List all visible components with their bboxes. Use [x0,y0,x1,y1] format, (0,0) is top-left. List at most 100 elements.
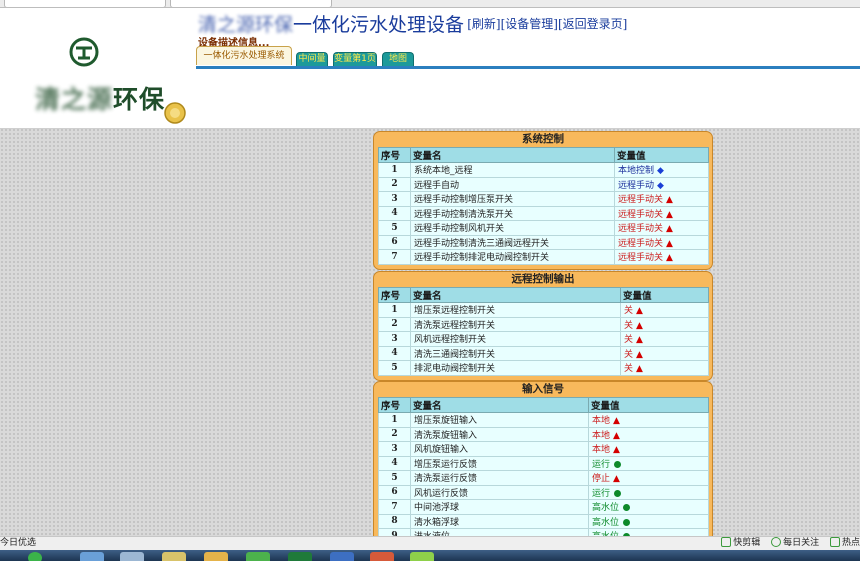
variable-value: 关 ▲ [620,316,709,332]
table-row: 6 风机运行反馈 运行 [378,484,709,500]
browser-tab[interactable] [170,0,332,7]
tab-treatment-system[interactable]: 一体化污水处理系统 [196,46,292,65]
table-row: 2 远程手自动 远程手动 ◆ [378,176,709,192]
tab-map[interactable]: 地图 [382,52,414,66]
taskbar-app-icon[interactable] [162,552,186,561]
variable-name: 风机旋钮输入 [410,441,589,457]
diamond-icon: ◆ [657,180,664,191]
table-row: 4 远程手动控制清洗泵开关 远程手动关 ▲ [378,205,709,221]
variable-value: 高水位 [588,513,709,529]
hot-topics-button[interactable]: 热点 [829,536,860,550]
variable-value: 远程手动关 ▲ [614,220,709,236]
variable-name: 清洗泵远程控制开关 [410,316,621,332]
column-header-value: 变量值 [620,287,709,303]
table-row: 2 清洗泵远程控制开关关 ▲ [378,316,709,332]
status-dot-icon [614,460,622,468]
warning-triangle-icon: ▲ [613,474,620,485]
remote-output-table: 序号 变量名 变量值 1 增压泵远程控制开关关 ▲ 2 清洗泵远程控制开关关 ▲ 3 风机… [378,287,709,376]
variable-value: 关 ▲ [620,331,709,347]
warning-triangle-icon: ▲ [636,320,643,331]
variable-value: 高水位 [588,499,709,515]
row-index: 3 [378,191,411,207]
variable-name: 风机远程控制开关 [410,331,621,347]
table-header-row: 序号 变量名 变量值 [378,287,709,303]
taskbar-app-icon[interactable] [370,552,394,561]
table-header-row: 序号 变量名 变量值 [378,397,709,413]
return-login-link[interactable]: [返回登录页] [558,17,627,31]
row-index: 7 [378,249,411,265]
variable-value: 关 ▲ [620,345,709,361]
taskbar-folder-icon[interactable] [204,552,228,561]
row-index: 6 [378,234,411,250]
page-header: 清之源环保 清之源环保一体化污水处理设备 [刷新][设备管理][返回登录页] 设… [0,8,860,129]
table-row: 4 清洗三通阀控制开关关 ▲ [378,345,709,361]
variable-value: 本地 ▲ [588,412,709,428]
variable-value: 本地 ▲ [588,441,709,457]
system-control-table: 序号 变量名 变量值 1 系统本地_远程 本地控制 ◆ 2 远程手自动 远程手动 ◆ 3 远程… [378,147,709,265]
company-logo: 清之源环保 [30,36,190,126]
device-management-link[interactable]: [设备管理] [501,17,558,31]
status-left-text[interactable]: 今日优选 [0,537,36,550]
taskbar-word-icon[interactable] [330,552,354,561]
panel-title: 系统控制 [522,133,564,145]
warning-triangle-icon: ▲ [613,445,620,456]
warning-triangle-icon: ▲ [666,253,673,264]
column-header-index: 序号 [378,287,411,303]
tab-variables-page-1[interactable]: 变量第1页 [333,52,377,66]
status-dot-icon [623,518,631,526]
row-index: 4 [378,345,411,361]
variable-name: 清洗泵旋钮输入 [410,426,589,442]
browser-tab[interactable] [4,0,166,7]
variable-name: 远程手自动 [410,176,615,192]
variable-name: 清洗泵运行反馈 [410,470,589,486]
column-header-index: 序号 [378,397,411,413]
row-index: 1 [378,162,411,178]
table-row: 8 清水箱浮球 高水位 [378,513,709,529]
status-dot-icon [614,489,622,497]
table-row: 1 系统本地_远程 本地控制 ◆ [378,162,709,178]
warning-triangle-icon: ▲ [613,416,620,427]
table-row: 5 排泥电动阀控制开关关 ▲ [378,360,709,376]
status-right-items: 快剪辑 每日关注 热点 [713,536,860,550]
taskbar-excel-icon[interactable] [288,552,312,561]
quick-edit-button[interactable]: 快剪辑 [721,536,760,550]
logo-text: 清之源环保 [35,85,166,114]
column-header-name: 变量名 [410,147,615,163]
windows-taskbar [0,550,860,561]
variable-name: 增压泵旋钮输入 [410,412,589,428]
row-index: 7 [378,499,411,515]
start-icon[interactable] [28,552,42,561]
table-row: 7 中间池浮球 高水位 [378,499,709,515]
logo-mark-icon [69,37,99,67]
row-index: 6 [378,484,411,500]
variable-name: 远程手动控制排泥电动阀控制开关 [410,249,615,265]
row-index: 3 [378,441,411,457]
seal-icon [164,102,186,124]
row-index: 5 [378,470,411,486]
variable-name: 增压泵远程控制开关 [410,302,621,318]
variable-name: 中间池浮球 [410,499,589,515]
table-row: 7 远程手动控制排泥电动阀控制开关 远程手动关 ▲ [378,249,709,265]
taskbar-app-icon[interactable] [246,552,270,561]
taskbar-app-icon[interactable] [120,552,144,561]
row-index: 5 [378,360,411,376]
taskbar-app-icon[interactable] [410,552,434,561]
variable-name: 系统本地_远程 [410,162,615,178]
daily-follow-button[interactable]: 每日关注 [771,536,819,550]
play-icon [721,536,732,547]
variable-value: 远程手动关 ▲ [614,191,709,207]
column-header-name: 变量名 [410,397,589,413]
taskbar-app-icon[interactable] [80,552,104,561]
row-index: 3 [378,331,411,347]
warning-triangle-icon: ▲ [636,364,643,375]
variable-name: 远程手动控制清洗三通阀远程开关 [410,234,615,250]
warning-triangle-icon: ▲ [666,224,673,235]
row-index: 8 [378,513,411,529]
variable-value: 运行 [588,455,709,471]
table-header-row: 序号 变量名 变量值 [378,147,709,163]
variable-name: 排泥电动阀控制开关 [410,360,621,376]
tab-intermediate[interactable]: 中间量 [296,52,328,66]
variable-name: 远程手动控制清洗泵开关 [410,205,615,221]
refresh-link[interactable]: [刷新] [467,17,500,31]
variable-name: 远程手动控制增压泵开关 [410,191,615,207]
